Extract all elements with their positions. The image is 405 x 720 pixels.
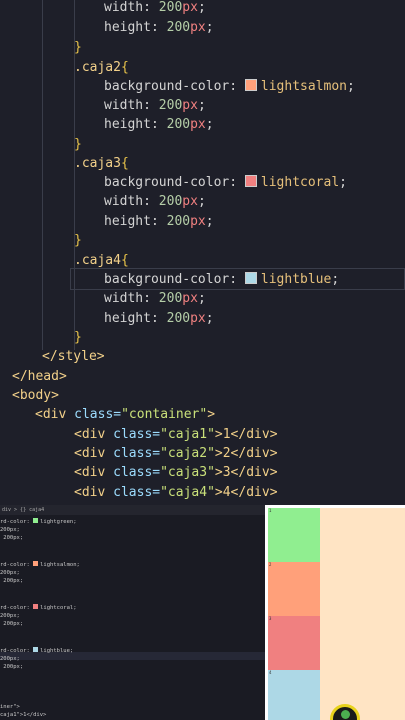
code-line[interactable]: } [74,38,82,58]
code-line[interactable]: height: 200px; [104,18,214,38]
breadcrumb: div > {} caja4 [0,505,265,515]
caja4-box: 4 [268,670,320,720]
caja2-box: 2 [268,562,320,616]
code-line[interactable]: } [74,231,82,251]
indent-guide [42,0,43,350]
mini-line: caja1">1</div> [0,712,47,718]
code-editor[interactable]: width: 200px; height: 200px; } .caja2{ b… [0,0,405,505]
mini-line: 200px; [0,664,24,670]
color-swatch-icon [33,604,39,609]
mini-line: 200px; [0,527,20,533]
mini-line: 200px; [0,656,20,662]
code-line[interactable]: </head> [12,367,67,387]
color-swatch-icon[interactable] [244,79,257,91]
color-swatch-icon[interactable] [244,272,257,284]
color-swatch-icon[interactable] [244,175,257,187]
caja1-box: 1 [268,508,320,562]
color-swatch-icon [33,518,39,523]
mini-line: 200px; [0,578,24,584]
code-line[interactable]: <div class="caja1">1</div> [74,425,278,445]
color-swatch-icon [33,561,39,566]
mini-line: iner"> [0,704,20,710]
channel-logo-icon [330,704,360,720]
code-line[interactable]: background-color: lightblue; [104,270,339,290]
code-line[interactable]: } [74,328,82,348]
mini-line: rd-color: lightblue; [0,647,74,654]
code-line[interactable]: <div class="caja2">2</div> [74,444,278,464]
code-line[interactable]: height: 200px; [104,309,214,329]
code-line[interactable]: background-color: lightsalmon; [104,77,355,97]
mini-line: 200px; [0,535,24,541]
mini-line: rd-color: lightsalmon; [0,561,80,568]
color-swatch-icon [33,647,39,652]
code-line[interactable]: </style> [42,347,105,367]
mini-line: 200px; [0,570,20,576]
code-line[interactable]: width: 200px; [104,0,206,18]
code-line[interactable]: .caja2{ [74,58,129,78]
code-line[interactable]: height: 200px; [104,115,214,135]
code-line[interactable]: <div class="container"> [35,405,215,425]
mini-line: 200px; [0,613,20,619]
code-line[interactable]: } [74,135,82,155]
code-line[interactable]: width: 200px; [104,96,206,116]
code-line[interactable]: <body> [12,386,59,406]
code-line[interactable]: height: 200px; [104,212,214,232]
code-line[interactable]: width: 200px; [104,192,206,212]
code-line[interactable]: .caja4{ [74,251,129,271]
mini-line: rd-color: lightcoral; [0,604,77,611]
mini-line: rd-color: lightgreen; [0,518,77,525]
code-line[interactable]: <div class="caja3">3</div> [74,463,278,483]
container-box: 1 2 3 4 [268,508,405,720]
code-line[interactable]: background-color: lightcoral; [104,173,347,193]
editor-thumbnail: div > {} caja4 rd-color: lightgreen; 200… [0,505,265,720]
mini-line: 200px; [0,621,24,627]
code-line[interactable]: <div class="caja4">4</div> [74,483,278,503]
code-line[interactable]: .caja3{ [74,154,129,174]
browser-preview: 1 2 3 4 [265,505,405,720]
code-line[interactable]: width: 200px; [104,289,206,309]
caja3-box: 3 [268,616,320,670]
